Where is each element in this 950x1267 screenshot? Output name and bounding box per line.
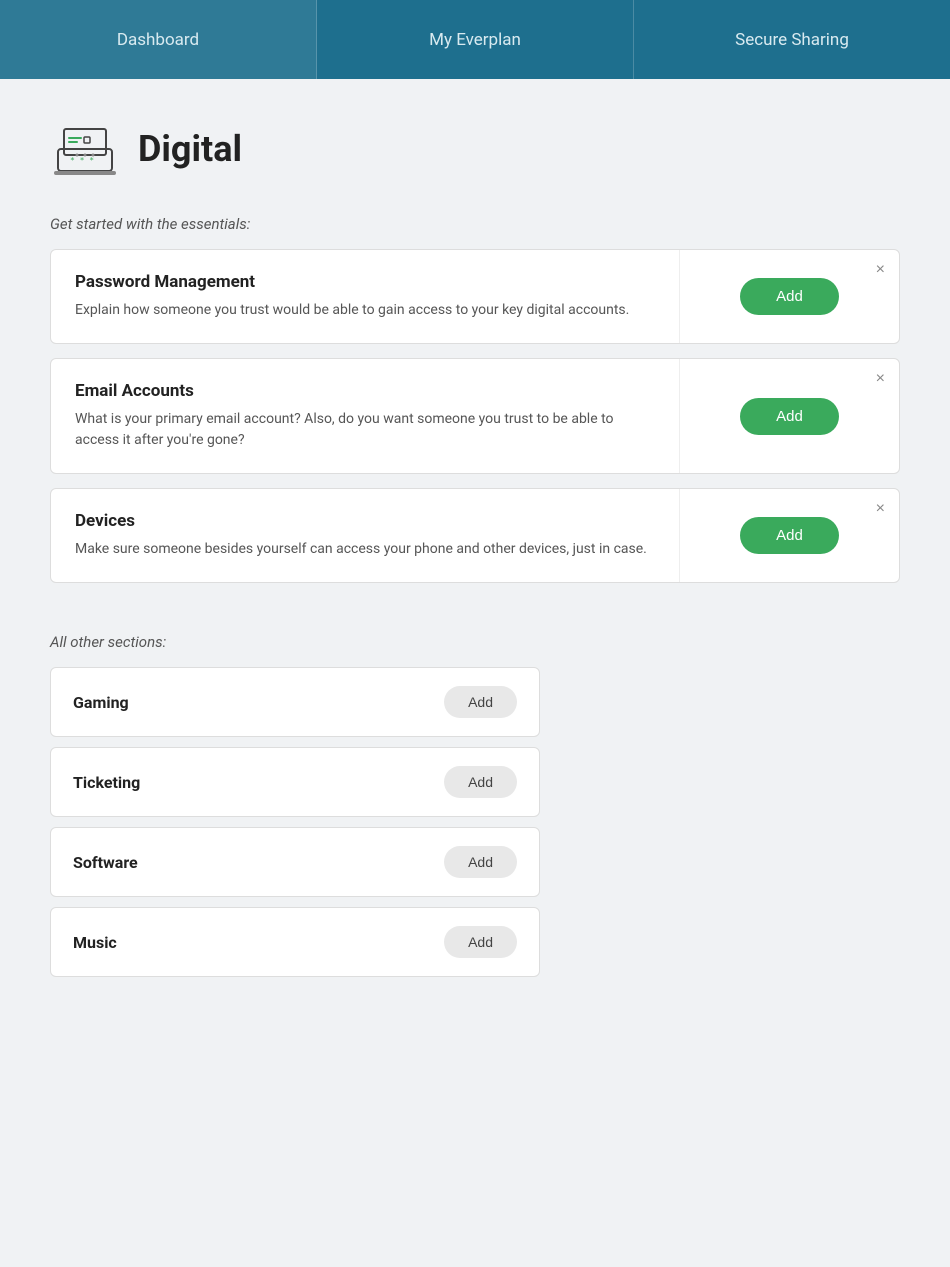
nav-my-everplan[interactable]: My Everplan [317, 0, 634, 79]
essentials-label: Get started with the essentials: [50, 215, 900, 233]
digital-icon: * * * [50, 119, 120, 179]
music-title: Music [73, 933, 444, 952]
svg-text:* * *: * * * [70, 156, 94, 165]
page-header: * * * Digital [50, 119, 900, 179]
email-accounts-close[interactable]: × [876, 371, 885, 387]
devices-body: Devices Make sure someone besides yourse… [51, 489, 679, 582]
others-label: All other sections: [50, 633, 900, 651]
password-management-body: Password Management Explain how someone … [51, 250, 679, 343]
devices-close[interactable]: × [876, 501, 885, 517]
email-accounts-add-button[interactable]: Add [740, 398, 839, 435]
others-section: All other sections: Gaming Add Ticketing… [50, 633, 900, 977]
password-management-title: Password Management [75, 272, 655, 292]
password-management-desc: Explain how someone you trust would be a… [75, 300, 655, 321]
password-management-add-button[interactable]: Add [740, 278, 839, 315]
software-card: Software Add [50, 827, 540, 897]
email-accounts-body: Email Accounts What is your primary emai… [51, 359, 679, 473]
music-add-button[interactable]: Add [444, 926, 517, 958]
gaming-add-button[interactable]: Add [444, 686, 517, 718]
email-accounts-card: Email Accounts What is your primary emai… [50, 358, 900, 474]
devices-action: × Add [679, 489, 899, 582]
email-accounts-title: Email Accounts [75, 381, 655, 401]
password-management-close[interactable]: × [876, 262, 885, 278]
password-management-action: × Add [679, 250, 899, 343]
email-accounts-action: × Add [679, 359, 899, 473]
software-title: Software [73, 853, 444, 872]
software-add-button[interactable]: Add [444, 846, 517, 878]
devices-title: Devices [75, 511, 655, 531]
main-nav: Dashboard My Everplan Secure Sharing [0, 0, 950, 79]
gaming-card: Gaming Add [50, 667, 540, 737]
ticketing-card: Ticketing Add [50, 747, 540, 817]
music-card: Music Add [50, 907, 540, 977]
ticketing-title: Ticketing [73, 773, 444, 792]
ticketing-add-button[interactable]: Add [444, 766, 517, 798]
nav-dashboard[interactable]: Dashboard [0, 0, 317, 79]
devices-card: Devices Make sure someone besides yourse… [50, 488, 900, 583]
page-body: * * * Digital Get started with the essen… [0, 79, 950, 1027]
password-management-card: Password Management Explain how someone … [50, 249, 900, 344]
page-title: Digital [138, 128, 242, 170]
email-accounts-desc: What is your primary email account? Also… [75, 409, 655, 451]
devices-desc: Make sure someone besides yourself can a… [75, 539, 655, 560]
nav-secure-sharing[interactable]: Secure Sharing [634, 0, 950, 79]
devices-add-button[interactable]: Add [740, 517, 839, 554]
essentials-section: Get started with the essentials: Passwor… [50, 215, 900, 583]
gaming-title: Gaming [73, 693, 444, 712]
